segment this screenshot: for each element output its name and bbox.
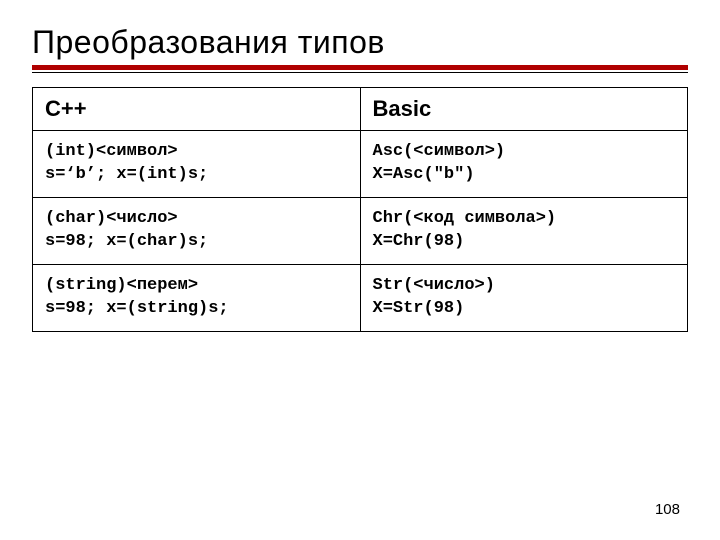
cell-basic: Asc(<символ>) X=Asc("b") bbox=[360, 131, 688, 198]
title-rule-thin bbox=[32, 72, 688, 73]
slide-title: Преобразования типов bbox=[32, 24, 688, 61]
cell-basic: Chr(<код символа>) X=Chr(98) bbox=[360, 197, 688, 264]
cell-cpp: (string)<перем> s=98; x=(string)s; bbox=[33, 264, 361, 331]
cell-cpp: (char)<число> s=98; x=(char)s; bbox=[33, 197, 361, 264]
code-line: (char)<число> bbox=[45, 208, 348, 231]
table-row: (int)<символ> s=‘b’; x=(int)s; Asc(<симв… bbox=[33, 131, 688, 198]
header-basic: Basic bbox=[360, 88, 688, 131]
cell-cpp: (int)<символ> s=‘b’; x=(int)s; bbox=[33, 131, 361, 198]
table-header-row: C++ Basic bbox=[33, 88, 688, 131]
code-line: X=Asc("b") bbox=[373, 164, 676, 187]
code-line: s=‘b’; x=(int)s; bbox=[45, 164, 348, 187]
code-line: X=Str(98) bbox=[373, 298, 676, 321]
title-rule-thick bbox=[32, 65, 688, 70]
code-line: (string)<перем> bbox=[45, 275, 348, 298]
code-line: Str(<число>) bbox=[373, 275, 676, 298]
code-line: (int)<символ> bbox=[45, 141, 348, 164]
cell-basic: Str(<число>) X=Str(98) bbox=[360, 264, 688, 331]
code-line: s=98; x=(string)s; bbox=[45, 298, 348, 321]
table-row: (string)<перем> s=98; x=(string)s; Str(<… bbox=[33, 264, 688, 331]
code-line: X=Chr(98) bbox=[373, 231, 676, 254]
code-line: s=98; x=(char)s; bbox=[45, 231, 348, 254]
header-cpp: C++ bbox=[33, 88, 361, 131]
code-line: Asc(<символ>) bbox=[373, 141, 676, 164]
page-number: 108 bbox=[655, 501, 680, 518]
type-conversion-table: C++ Basic (int)<символ> s=‘b’; x=(int)s;… bbox=[32, 87, 688, 332]
code-line: Chr(<код символа>) bbox=[373, 208, 676, 231]
table-row: (char)<число> s=98; x=(char)s; Chr(<код … bbox=[33, 197, 688, 264]
